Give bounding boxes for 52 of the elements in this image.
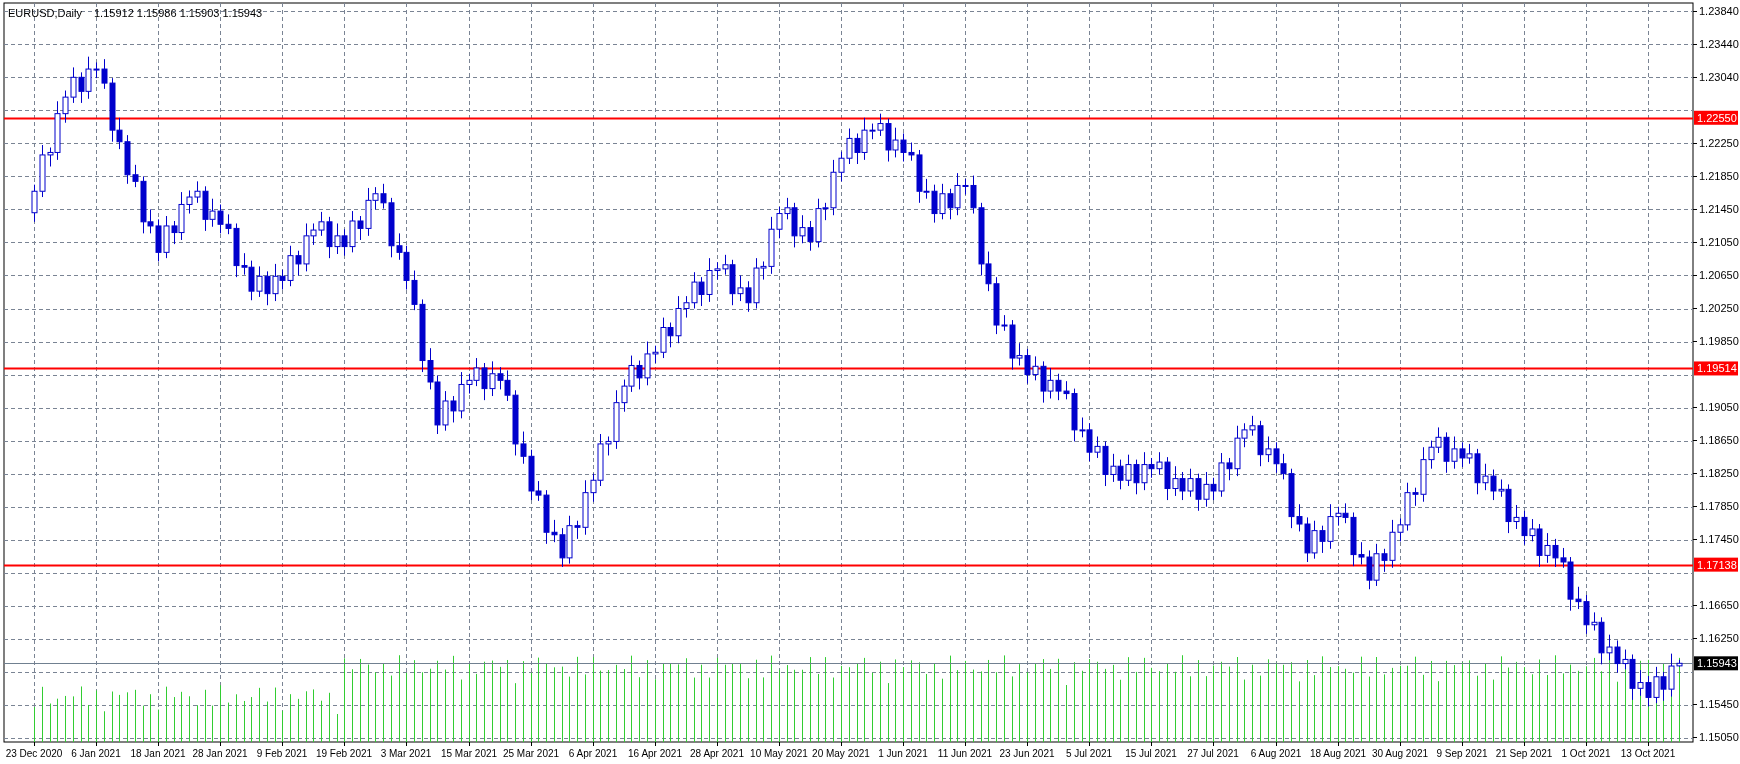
date-tick-label: 5 Jul 2021	[1065, 748, 1113, 759]
price-tick-label: 1.15450	[1699, 698, 1739, 710]
price-tick-label: 1.16250	[1699, 631, 1739, 644]
price-tick-label: 1.20650	[1699, 268, 1739, 281]
price-tick-label: 1.21050	[1699, 235, 1739, 248]
price-tick-label: 1.18650	[1699, 433, 1739, 446]
date-tick-label: 21 Sep 2021	[1495, 748, 1553, 759]
price-tick-label: 1.16650	[1699, 598, 1739, 611]
date-tick-label: 23 Dec 2020	[5, 748, 63, 759]
price-tick-label: 1.23840	[1699, 5, 1739, 18]
date-tick-label: 6 Jan 2021	[71, 748, 121, 759]
ohlc-values: 1.15912 1.15986 1.15903 1.15943	[94, 7, 263, 19]
price-tick-label: 1.20250	[1699, 301, 1739, 314]
date-tick-label: 6 Aug 2021	[1250, 748, 1302, 759]
date-tick-label: 6 Apr 2021	[568, 748, 618, 759]
date-tick-label: 28 Apr 2021	[690, 748, 744, 759]
date-tick-label: 3 Mar 2021	[380, 748, 432, 759]
date-tick-label: 25 Mar 2021	[502, 748, 560, 759]
date-tick-label: 15 Mar 2021	[440, 748, 498, 759]
price-tick-label: 1.23440	[1699, 38, 1739, 51]
price-tick-label: 1.21850	[1699, 169, 1739, 182]
date-tick-label: 11 Jun 2021	[937, 748, 993, 759]
date-tick-label: 30 Aug 2021	[1371, 748, 1429, 759]
price-tick-label: 1.19850	[1699, 334, 1739, 347]
date-tick-label: 15 Jul 2021	[1125, 748, 1177, 759]
date-tick-label: 9 Sep 2021	[1436, 748, 1488, 759]
price-level-tag: 1.22550	[1694, 110, 1738, 125]
price-level-tag: 1.15943	[1694, 656, 1738, 671]
price-tick-label: 1.18250	[1699, 466, 1739, 479]
price-tick-label: 1.19050	[1699, 400, 1739, 413]
date-tick-label: 18 Jan 2021	[130, 748, 186, 759]
price-tick-label: 1.21450	[1699, 202, 1739, 215]
date-tick-label: 1 Jun 2021	[878, 748, 928, 759]
price-level-tag: 1.19514	[1694, 361, 1738, 376]
date-tick-label: 20 May 2021	[812, 748, 870, 759]
price-tick-label: 1.15050	[1699, 731, 1739, 744]
price-tick-label: 1.23040	[1699, 71, 1739, 84]
price-level-tag: 1.17138	[1694, 557, 1738, 572]
price-tick-label: 1.17850	[1699, 499, 1739, 512]
price-tick-label: 1.17450	[1699, 532, 1739, 545]
date-tick-label: 28 Jan 2021	[192, 748, 248, 759]
date-tick-label: 23 Jun 2021	[999, 748, 1055, 759]
chart-title: EURUSD,Daily	[8, 7, 82, 19]
date-tick-label: 1 Oct 2021	[1561, 748, 1611, 759]
price-tick-label: 1.22250	[1699, 136, 1739, 149]
date-tick-label: 19 Feb 2021	[315, 748, 373, 759]
date-tick-label: 16 Apr 2021	[628, 748, 682, 759]
date-tick-label: 9 Feb 2021	[256, 748, 308, 759]
date-tick-label: 13 Oct 2021	[1620, 748, 1676, 759]
date-tick-label: 18 Aug 2021	[1309, 748, 1367, 759]
date-tick-label: 10 May 2021	[750, 748, 808, 759]
date-tick-label: 27 Jul 2021	[1187, 748, 1239, 759]
